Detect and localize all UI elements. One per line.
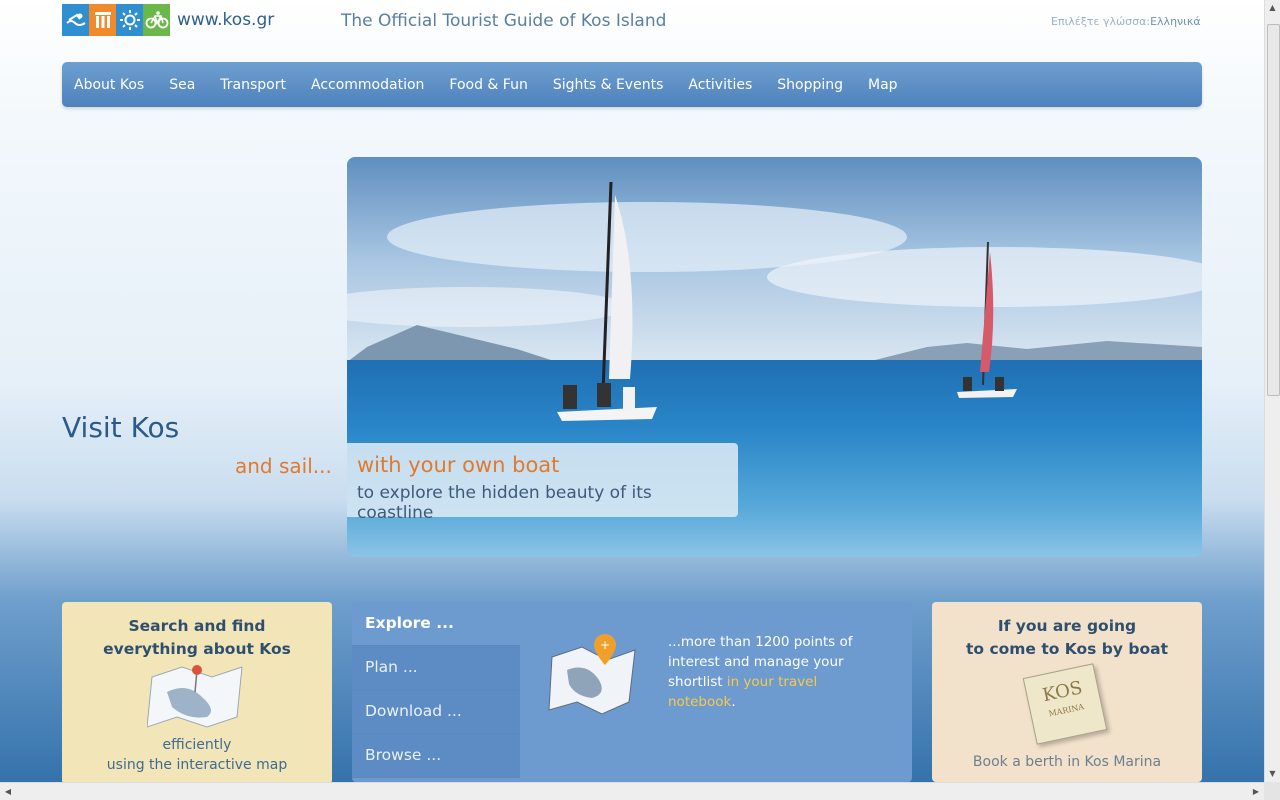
explore-tabs: Explore ... Plan ... Download ... Browse… [352, 602, 520, 782]
hero-title: Visit Kos [62, 411, 180, 444]
main-nav: About Kos Sea Transport Accommodation Fo… [62, 62, 1202, 107]
map-pin-icon: + [548, 634, 636, 715]
kos-marina-logo: KOS MARINA [1022, 663, 1108, 745]
search-box-title-line2: everything about Kos [103, 640, 291, 658]
sun-icon [116, 4, 143, 36]
vertical-scroll-thumb[interactable] [1267, 24, 1280, 396]
nav-about-kos[interactable]: About Kos [74, 77, 144, 93]
nav-shopping[interactable]: Shopping [777, 77, 843, 93]
site-tagline: The Official Tourist Guide of Kos Island [341, 11, 667, 31]
nav-sea[interactable]: Sea [169, 77, 195, 93]
marina-box-title: If you are going to come to Kos by boat [932, 615, 1202, 661]
tab-explore[interactable]: Explore ... [352, 602, 520, 646]
marina-box[interactable]: If you are going to come to Kos by boat … [932, 602, 1202, 782]
site-url: www.kos.gr [177, 10, 275, 30]
site-logo[interactable]: www.kos.gr [62, 4, 274, 36]
explore-box: Explore ... Plan ... Download ... Browse… [352, 602, 912, 782]
explore-description: ...more than 1200 points of interest and… [668, 632, 868, 712]
temple-icon [89, 4, 116, 36]
search-map-box[interactable]: Search and find everything about Kos eff… [62, 602, 332, 782]
scroll-right-arrow-icon[interactable]: ▶ [1248, 783, 1264, 800]
svg-text:+: + [600, 638, 610, 652]
search-box-title-line1: Search and find [128, 617, 266, 635]
page: www.kos.gr The Official Tourist Guide of… [0, 0, 1264, 782]
horizontal-scrollbar[interactable]: ◀ ▶ [0, 782, 1264, 800]
language-option-greek[interactable]: Ελληνικά [1150, 15, 1201, 28]
bicycle-icon [143, 4, 170, 36]
tab-plan[interactable]: Plan ... [352, 646, 520, 690]
explore-text-end: . [731, 694, 736, 710]
marina-box-title-line2: to come to Kos by boat [965, 640, 1169, 658]
scroll-down-arrow-icon[interactable]: ▼ [1265, 766, 1280, 782]
vertical-scrollbar[interactable]: ▲ ▼ [1264, 0, 1280, 782]
hero-caption: with your own boat to explore the hidden… [347, 443, 738, 523]
scroll-up-arrow-icon[interactable]: ▲ [1265, 0, 1280, 16]
search-box-sub-line1: efficiently [162, 737, 232, 753]
search-box-sub-line2: using the interactive map [106, 757, 288, 773]
search-box-title: Search and find everything about Kos [62, 615, 332, 661]
nav-activities[interactable]: Activities [688, 77, 752, 93]
nav-map[interactable]: Map [868, 77, 898, 93]
tab-browse[interactable]: Browse ... [352, 734, 520, 778]
search-box-sub: efficiently using the interactive map [62, 735, 332, 775]
nav-sights-events[interactable]: Sights & Events [553, 77, 664, 93]
nav-accommodation[interactable]: Accommodation [311, 77, 424, 93]
scrollbar-corner [1264, 782, 1280, 800]
nav-food-fun[interactable]: Food & Fun [449, 77, 527, 93]
book-berth-link[interactable]: Book a berth in Kos Marina [932, 754, 1202, 770]
hero-subtitle: and sail... [235, 454, 332, 478]
language-selector[interactable]: Επιλέξτε γλώσσα:Ελληνικά [1051, 15, 1201, 28]
swimmer-icon [62, 4, 89, 36]
nav-transport[interactable]: Transport [220, 77, 286, 93]
hero-caption-title: with your own boat [357, 453, 560, 477]
scroll-left-arrow-icon[interactable]: ◀ [0, 783, 16, 800]
marina-box-title-line1: If you are going [997, 617, 1137, 635]
tab-download[interactable]: Download ... [352, 690, 520, 734]
map-icon [147, 665, 243, 728]
hero-caption-text: to explore the hidden beauty of its coas… [357, 483, 652, 523]
language-label: Επιλέξτε γλώσσα: [1051, 15, 1151, 28]
